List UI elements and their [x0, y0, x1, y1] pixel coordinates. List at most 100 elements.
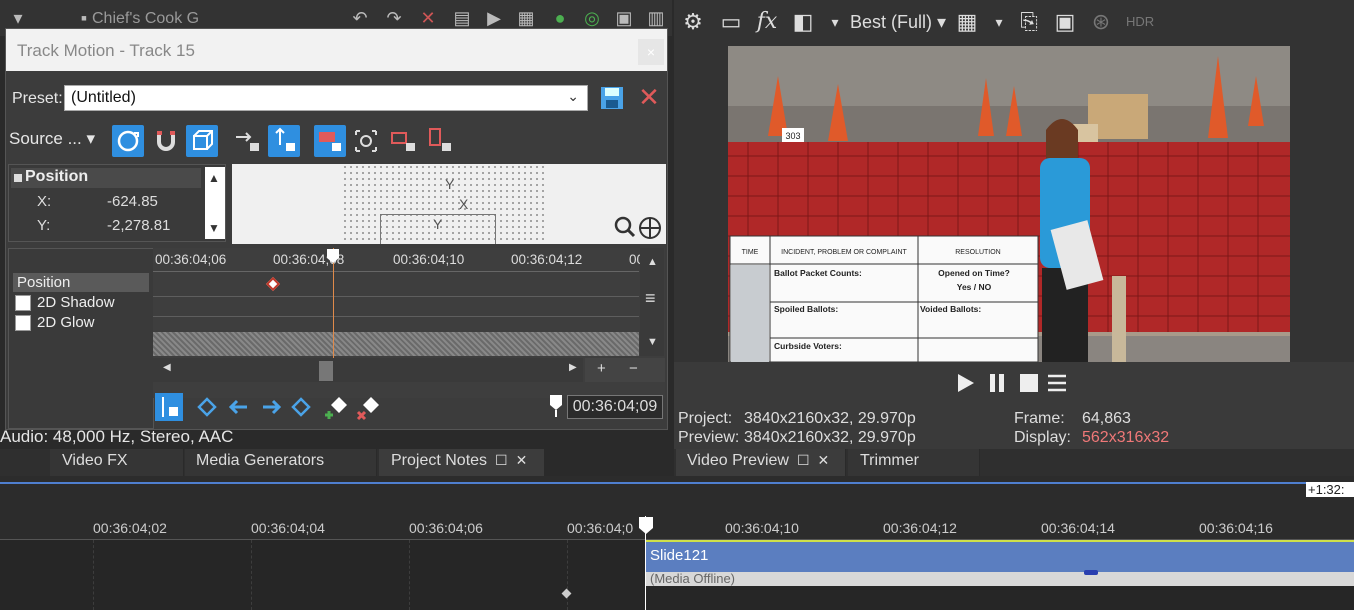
undo-icon[interactable]: ↶: [350, 8, 370, 28]
grip-icon[interactable]: ≡: [645, 288, 656, 309]
zoom-icon[interactable]: [614, 216, 636, 238]
tab-project-notes[interactable]: Project Notes ☐ ✕: [379, 449, 545, 476]
keyframe-timeline[interactable]: 00:36:04;06 00:36:04;08 00:36:04;10 00:3…: [153, 248, 665, 398]
keyframe-cursor[interactable]: [333, 248, 334, 358]
copy-snapshot-icon[interactable]: ⎘: [1016, 9, 1042, 35]
chevron-down-icon[interactable]: ▾: [822, 9, 848, 35]
timeline-track[interactable]: Slide121 (Media Offline): [0, 540, 1354, 610]
display-value: 562x316x32: [1082, 429, 1170, 446]
ruler-tick: 00:36:04;12: [883, 520, 957, 536]
dialog-titlebar[interactable]: Track Motion - Track 15 ×: [6, 29, 667, 71]
close-icon[interactable]: ✕: [516, 452, 528, 469]
settings-icon[interactable]: ▥: [646, 8, 666, 28]
lock-x-button[interactable]: [232, 125, 264, 157]
tab-video-fx[interactable]: Video FX: [50, 449, 184, 476]
delete-icon[interactable]: ✕: [418, 8, 438, 28]
tab-media-generators[interactable]: Media Generators: [185, 449, 377, 476]
publish-icon[interactable]: ●: [550, 8, 570, 28]
properties-scrollbar[interactable]: ▲ ▼: [205, 167, 225, 239]
play-icon[interactable]: [954, 372, 976, 394]
render-icon[interactable]: ▦: [516, 8, 536, 28]
scroll-right-icon[interactable]: ▶: [569, 362, 577, 373]
delete-keyframe-icon[interactable]: [355, 393, 383, 421]
video-frame[interactable]: 303 TIME INCIDENT, PROBLEM OR COMPLAINT …: [728, 46, 1290, 362]
first-keyframe-icon[interactable]: [191, 393, 219, 421]
lock-scale-y-button[interactable]: [424, 125, 456, 157]
save-snapshot-icon[interactable]: ▣: [1052, 9, 1078, 35]
add-keyframe-icon[interactable]: [323, 393, 351, 421]
move-tool-icon[interactable]: [638, 216, 662, 240]
maximize-icon[interactable]: ☐: [797, 452, 810, 469]
3d-mode-button[interactable]: [186, 125, 218, 157]
layout-icon[interactable]: ▣: [614, 8, 634, 28]
maximize-icon[interactable]: ☐: [495, 452, 508, 469]
tab-video-preview[interactable]: Video Preview ☐ ✕: [676, 449, 846, 476]
gear-icon[interactable]: ⚙: [680, 9, 706, 35]
motion-workspace[interactable]: Y X Y: [232, 164, 666, 244]
lock-scale-x-button[interactable]: [388, 125, 420, 157]
position-header[interactable]: Position: [11, 168, 201, 188]
scroll-up-icon[interactable]: ▲: [208, 171, 220, 185]
scroll-down-icon[interactable]: ▼: [208, 221, 220, 235]
external-monitor-icon[interactable]: ▭: [718, 9, 744, 35]
play-icon[interactable]: ▶: [484, 8, 504, 28]
display-label: Display:: [1014, 429, 1071, 446]
x-value[interactable]: -624.85: [107, 193, 158, 210]
zoom-in-button[interactable]: +: [597, 360, 606, 377]
split-screen-icon[interactable]: ◧: [790, 9, 816, 35]
menu-icon[interactable]: ▾: [8, 8, 28, 28]
keyframe-hscrollbar[interactable]: ◀ ▶: [153, 358, 583, 382]
lock-y-button[interactable]: [268, 125, 300, 157]
fx-icon[interactable]: fx: [754, 9, 780, 35]
next-keyframe-icon[interactable]: [257, 393, 285, 421]
shadow-checkbox[interactable]: [15, 295, 31, 311]
scroll-up-icon[interactable]: ▲: [647, 256, 658, 268]
scroll-left-icon[interactable]: ◀: [163, 362, 171, 373]
dialog-close-button[interactable]: ×: [638, 39, 664, 65]
snap-button[interactable]: [150, 125, 182, 157]
last-keyframe-icon[interactable]: [289, 393, 317, 421]
track-item-position[interactable]: Position: [13, 273, 149, 292]
keyframe-ruler[interactable]: 00:36:04;06 00:36:04;08 00:36:04;10 00:3…: [153, 248, 644, 272]
clip-thumbnail-strip[interactable]: (Media Offline): [646, 571, 1354, 586]
stop-icon[interactable]: [1018, 372, 1040, 394]
redo-icon[interactable]: ↷: [384, 8, 404, 28]
menu-icon[interactable]: [1046, 372, 1068, 394]
preview-quality-dropdown[interactable]: Best (Full) ▾: [850, 12, 946, 33]
loop-region-bar[interactable]: [0, 482, 1354, 484]
rotate-mode-button[interactable]: [112, 125, 144, 157]
scale-x-lock-icon: [391, 132, 415, 151]
cursor-time-field[interactable]: 00:36:04;09: [567, 395, 663, 419]
prev-keyframe-icon[interactable]: [225, 393, 253, 421]
save-preset-icon[interactable]: [599, 85, 625, 111]
delete-preset-icon[interactable]: ✕: [636, 84, 662, 111]
glow-checkbox[interactable]: [15, 315, 31, 331]
playhead-icon[interactable]: [326, 248, 340, 264]
folder-icon[interactable]: ▪: [74, 8, 94, 28]
event-keyframe[interactable]: [561, 588, 572, 599]
grid-icon[interactable]: ▦: [954, 9, 980, 35]
tab-trimmer[interactable]: Trimmer: [848, 449, 980, 476]
track-item-2d-shadow[interactable]: 2D Shadow: [13, 293, 149, 312]
scale-center-button[interactable]: [350, 125, 382, 157]
preset-dropdown[interactable]: (Untitled) ⌄: [64, 85, 588, 111]
web-icon[interactable]: ◎: [582, 8, 602, 28]
form-row-spoiled: Spoiled Ballots:: [774, 304, 838, 314]
close-icon[interactable]: ✕: [818, 452, 830, 469]
chevron-down-icon[interactable]: ▾: [986, 9, 1012, 35]
lock-aspect-button[interactable]: [314, 125, 346, 157]
sync-cursor-icon[interactable]: [155, 393, 183, 421]
source-dropdown[interactable]: Source ... ▾: [9, 129, 95, 149]
pause-icon[interactable]: [986, 372, 1008, 394]
y-value[interactable]: -2,278.81: [107, 217, 170, 234]
playhead-icon[interactable]: [638, 516, 654, 536]
envelope-handle[interactable]: [1084, 570, 1098, 575]
keyframe-vscrollbar[interactable]: ▲ ≡ ▼: [640, 248, 664, 356]
zoom-out-button[interactable]: −: [629, 360, 638, 377]
scroll-thumb[interactable]: [319, 361, 333, 381]
scroll-down-icon[interactable]: ▼: [647, 336, 658, 348]
paste-icon[interactable]: ▤: [452, 8, 472, 28]
timeline-ruler[interactable]: 00:36:04;02 00:36:04;04 00:36:04;06 00:3…: [0, 516, 1354, 540]
frame-outline[interactable]: [380, 214, 496, 244]
track-item-2d-glow[interactable]: 2D Glow: [13, 313, 149, 332]
